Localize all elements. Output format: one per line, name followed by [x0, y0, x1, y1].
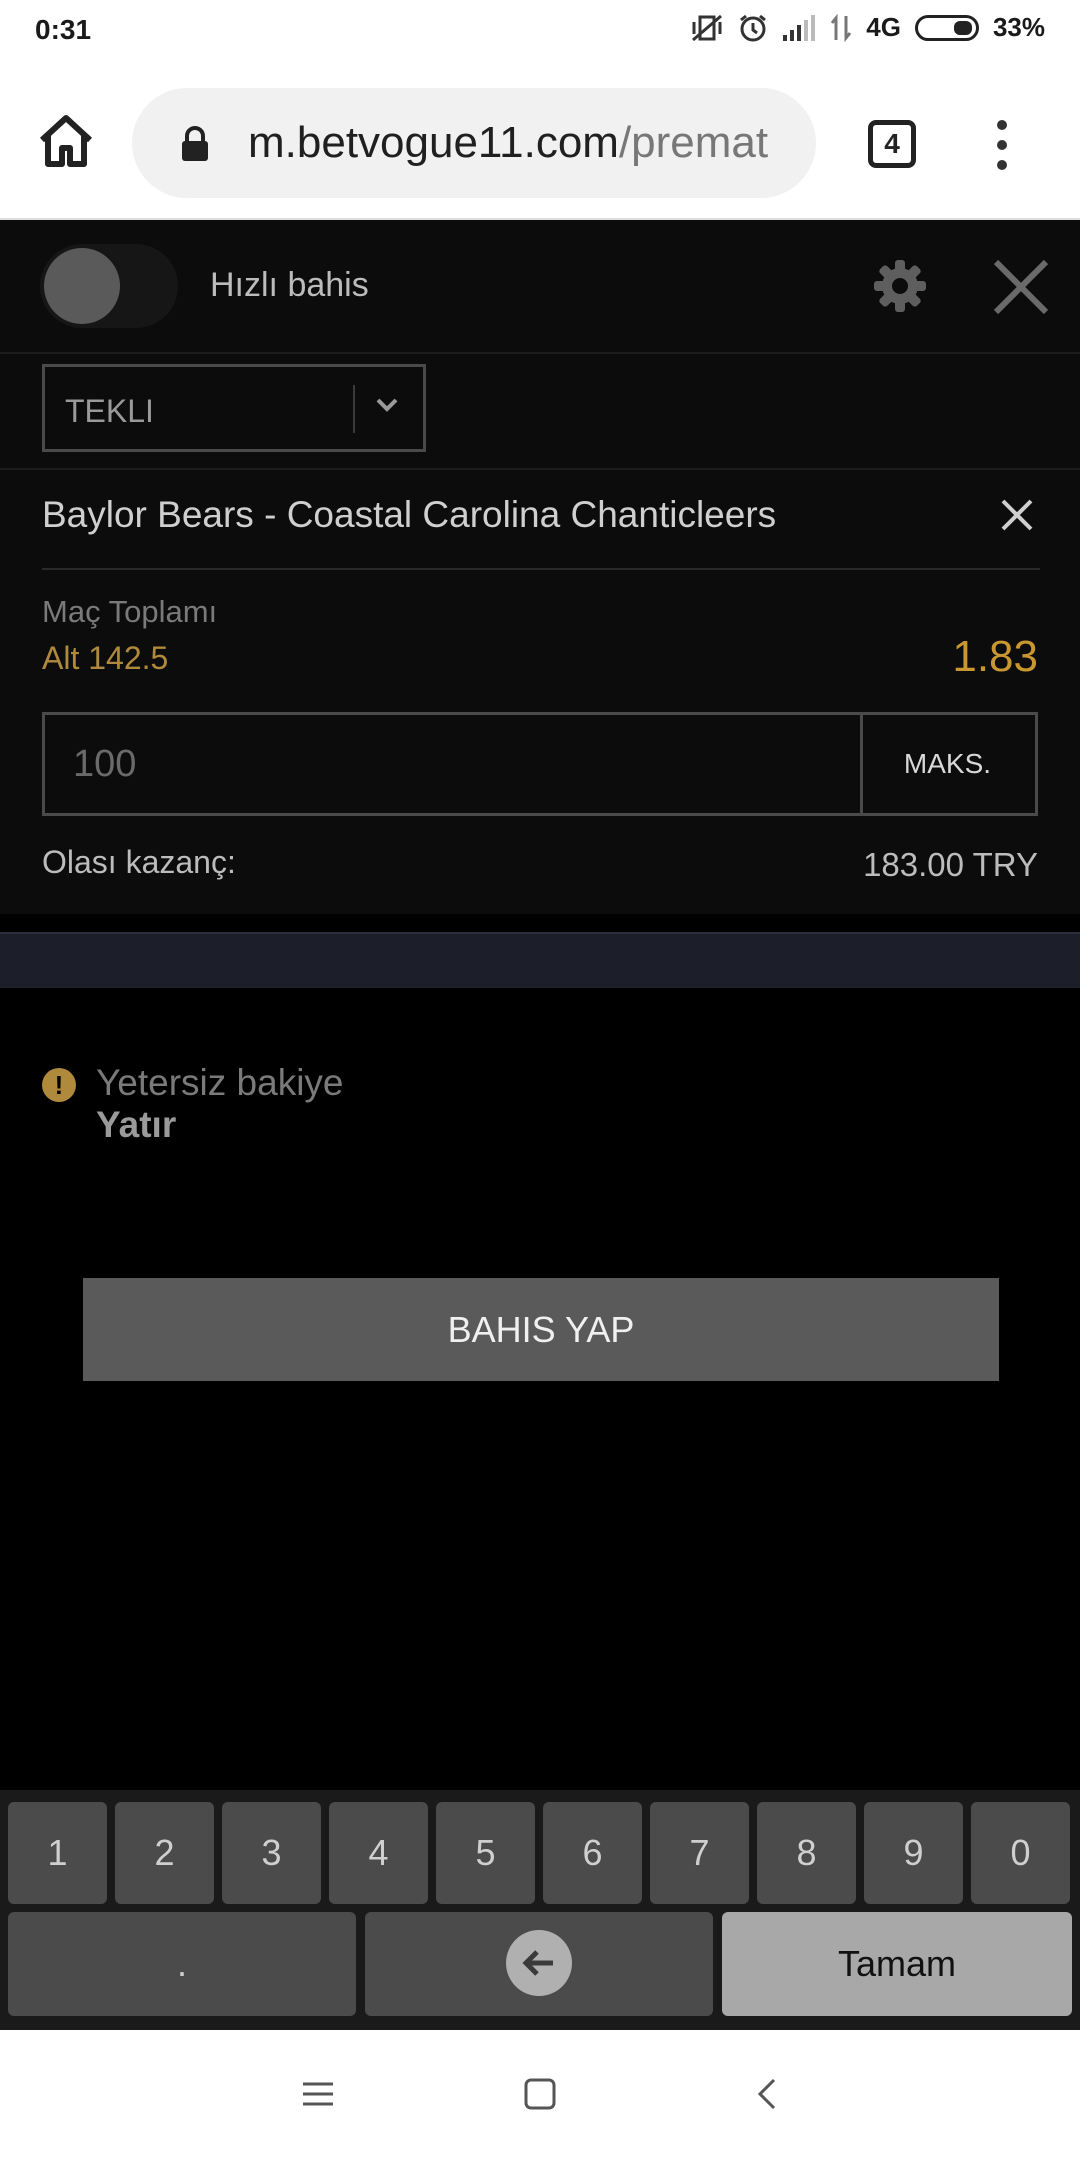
battery-percent: 33%	[992, 12, 1045, 42]
odds-value: 1.83	[952, 632, 1038, 681]
key-9[interactable]: 9	[864, 1802, 963, 1904]
status-icons: 4G 33%	[690, 12, 1045, 43]
key-1[interactable]: 1	[8, 1802, 107, 1904]
quick-bet-toggle[interactable]	[40, 244, 178, 328]
numeric-keyboard: 1 2 3 4 5 6 7 8 9 0 . Tamam	[0, 1790, 1080, 2030]
market-name: Maç Toplamı	[42, 594, 218, 629]
betslip-header: Hızlı bahis	[0, 220, 1080, 354]
backspace-icon	[506, 1930, 572, 1997]
key-7[interactable]: 7	[650, 1802, 749, 1904]
chevron-down-icon	[376, 398, 398, 412]
url-path: /premat	[618, 118, 769, 167]
key-3[interactable]: 3	[222, 1802, 321, 1904]
bet-type-row: TEKLI	[0, 354, 1080, 470]
browser-toolbar: m.betvogue11.com/premat 4	[0, 66, 1080, 220]
alarm-icon	[740, 14, 767, 41]
key-done[interactable]: Tamam	[722, 1912, 1072, 2016]
deposit-link[interactable]: Yatır	[96, 1104, 176, 1146]
lock-icon	[182, 126, 208, 161]
vibrate-icon	[692, 14, 723, 41]
tab-switcher-button[interactable]: 4	[868, 120, 916, 168]
status-time: 0:31	[35, 14, 92, 45]
overflow-menu-icon[interactable]	[992, 120, 1012, 180]
network-type: 4G	[866, 12, 901, 42]
url-text: m.betvogue11.com/premat	[248, 118, 778, 168]
divider	[42, 568, 1040, 570]
remove-bet-icon[interactable]	[1000, 498, 1034, 532]
bet-card: Baylor Bears - Coastal Carolina Chanticl…	[0, 470, 1080, 914]
selection-name: Alt 142.5	[42, 640, 169, 676]
recent-apps-icon[interactable]	[300, 2076, 336, 2112]
signal-icon	[783, 14, 816, 41]
stake-field: MAKS.	[42, 712, 1038, 816]
toggle-knob	[44, 248, 120, 324]
key-backspace[interactable]	[365, 1912, 713, 2016]
match-title: Baylor Bears - Coastal Carolina Chanticl…	[42, 494, 777, 535]
bet-type-select[interactable]: TEKLI	[42, 364, 426, 452]
nav-home-icon[interactable]	[522, 2076, 558, 2112]
key-5[interactable]: 5	[436, 1802, 535, 1904]
gear-icon[interactable]	[870, 256, 930, 316]
select-divider	[353, 385, 355, 433]
system-nav-bar	[0, 2030, 1080, 2160]
home-icon[interactable]	[36, 110, 96, 170]
section-separator	[0, 932, 1080, 988]
back-icon[interactable]	[752, 2076, 782, 2112]
key-4[interactable]: 4	[329, 1802, 428, 1904]
quick-bet-label: Hızlı bahis	[210, 266, 369, 304]
key-8[interactable]: 8	[757, 1802, 856, 1904]
bet-type-value: TEKLI	[65, 393, 154, 429]
key-0[interactable]: 0	[971, 1802, 1070, 1904]
url-host: m.betvogue11.com	[248, 118, 619, 167]
data-transfer-icon	[831, 13, 852, 42]
warning-icon: !	[42, 1068, 76, 1102]
potential-win-value: 183.00 TRY	[863, 846, 1038, 883]
status-bar: 0:31 4G 33%	[0, 0, 1080, 66]
key-2[interactable]: 2	[115, 1802, 214, 1904]
battery-icon	[914, 14, 979, 41]
close-icon[interactable]	[992, 258, 1050, 316]
key-6[interactable]: 6	[543, 1802, 642, 1904]
max-stake-button[interactable]: MAKS.	[860, 715, 1035, 813]
address-bar[interactable]: m.betvogue11.com/premat	[132, 88, 816, 198]
key-dot[interactable]: .	[8, 1912, 356, 2016]
potential-win-label: Olası kazanç:	[42, 844, 236, 880]
insufficient-balance-text: Yetersiz bakiye	[96, 1062, 344, 1103]
place-bet-button[interactable]: BAHIS YAP	[83, 1278, 999, 1381]
stake-input[interactable]	[45, 715, 863, 813]
